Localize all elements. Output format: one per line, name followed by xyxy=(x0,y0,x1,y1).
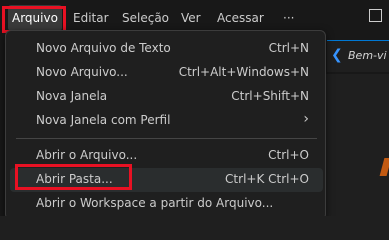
vscode-logo-icon: ❮ xyxy=(331,47,343,63)
menu-separator xyxy=(16,138,317,139)
menu-item-new-text-file[interactable]: Novo Arquivo de Texto Ctrl+N xyxy=(10,37,323,61)
menu-item-new-window-profile[interactable]: Nova Janela com Perfil › xyxy=(10,109,323,133)
layout-toggle-icon[interactable] xyxy=(369,9,382,22)
menu-arquivo[interactable]: Arquivo xyxy=(8,5,62,31)
menu-item-label: Abrir o Workspace a partir do Arquivo... xyxy=(36,196,274,210)
menu-acessar[interactable]: Acessar xyxy=(213,0,268,34)
menu-item-shortcut: Ctrl+O xyxy=(268,148,309,162)
menu-item-label: Nova Janela com Perfil xyxy=(36,113,171,127)
chevron-right-icon: › xyxy=(303,111,309,127)
menu-item-shortcut: Ctrl+Alt+Windows+N xyxy=(178,65,309,79)
menu-item-new-file[interactable]: Novo Arquivo... Ctrl+Alt+Windows+N xyxy=(10,61,323,85)
menu-item-label: Abrir o Arquivo... xyxy=(36,148,138,162)
menu-item-open-folder[interactable]: Abrir Pasta... Ctrl+K Ctrl+O xyxy=(10,168,323,192)
menu-item-open-file[interactable]: Abrir o Arquivo... Ctrl+O xyxy=(10,144,323,168)
menu-more[interactable]: ··· xyxy=(279,0,298,34)
file-menu: Novo Arquivo de Texto Ctrl+N Novo Arquiv… xyxy=(5,30,326,216)
menu-item-shortcut: Ctrl+Shift+N xyxy=(231,89,309,103)
menu-item-shortcut: Ctrl+K Ctrl+O xyxy=(225,172,309,186)
menu-item-label: Novo Arquivo... xyxy=(36,65,128,79)
menu-item-shortcut: Ctrl+N xyxy=(268,41,309,55)
menu-item-new-window[interactable]: Nova Janela Ctrl+Shift+N xyxy=(10,85,323,109)
menu-item-label: Abrir Pasta... xyxy=(36,172,113,186)
tab-welcome-label: Bem-vi xyxy=(348,49,387,62)
menu-selecao[interactable]: Seleção xyxy=(118,0,173,34)
menu-item-label: Novo Arquivo de Texto xyxy=(36,41,171,55)
vscode-window: Arquivo Editar Seleção Ver Acessar ··· ❮… xyxy=(0,0,389,216)
menu-editar[interactable]: Editar xyxy=(69,0,113,34)
menu-item-open-workspace[interactable]: Abrir o Workspace a partir do Arquivo... xyxy=(10,192,323,216)
menu-bar: Arquivo Editar Seleção Ver Acessar ··· xyxy=(0,0,389,34)
menu-item-label: Nova Janela xyxy=(36,89,108,103)
menu-ver[interactable]: Ver xyxy=(177,0,205,34)
